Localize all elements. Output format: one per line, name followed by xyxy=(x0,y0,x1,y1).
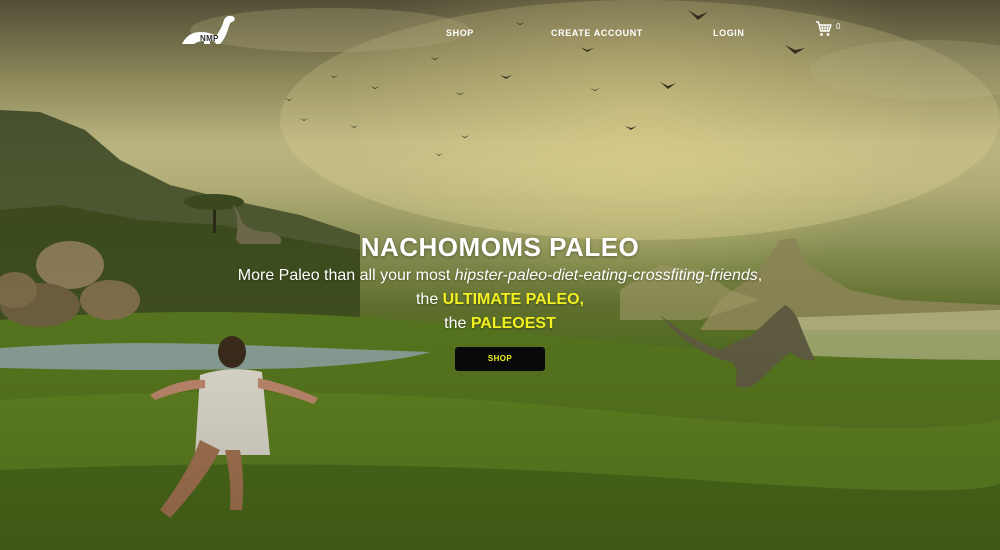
brand-logo[interactable]: NMP xyxy=(180,14,240,48)
cart-button[interactable]: 0 xyxy=(815,21,840,37)
hero-tagline-line2: the ULTIMATE PALEO, xyxy=(0,288,1000,312)
tagline-prefix: the xyxy=(444,315,471,332)
tagline-text: More Paleo than all your most xyxy=(237,267,455,284)
hero-tagline-line1: More Paleo than all your most hipster-pa… xyxy=(0,264,1000,288)
hero-content: NACHOMOMS PALEO More Paleo than all your… xyxy=(0,230,1000,371)
ultimate-paleo-highlight: ULTIMATE PALEO, xyxy=(442,291,584,308)
cart-count: 0 xyxy=(836,22,841,31)
paleoest-highlight: PALEOEST xyxy=(470,315,556,332)
logo-text: NMP xyxy=(200,34,219,43)
nav-shop-link[interactable]: SHOP xyxy=(446,28,474,38)
hero-title: NACHOMOMS PALEO xyxy=(360,232,640,262)
cart-icon xyxy=(816,21,832,36)
hero-tagline-line3: the PALEOEST xyxy=(0,312,1000,336)
hero-shop-button[interactable]: SHOP xyxy=(455,347,545,371)
nav-create-account-link[interactable]: CREATE ACCOUNT xyxy=(551,28,643,38)
tagline-comma: , xyxy=(757,267,763,284)
nav-login-link[interactable]: LOGIN xyxy=(713,28,745,38)
tagline-italic-text: hipster-paleo-diet-eating-crossfiting-fr… xyxy=(454,267,758,284)
tagline-prefix: the xyxy=(415,291,443,308)
